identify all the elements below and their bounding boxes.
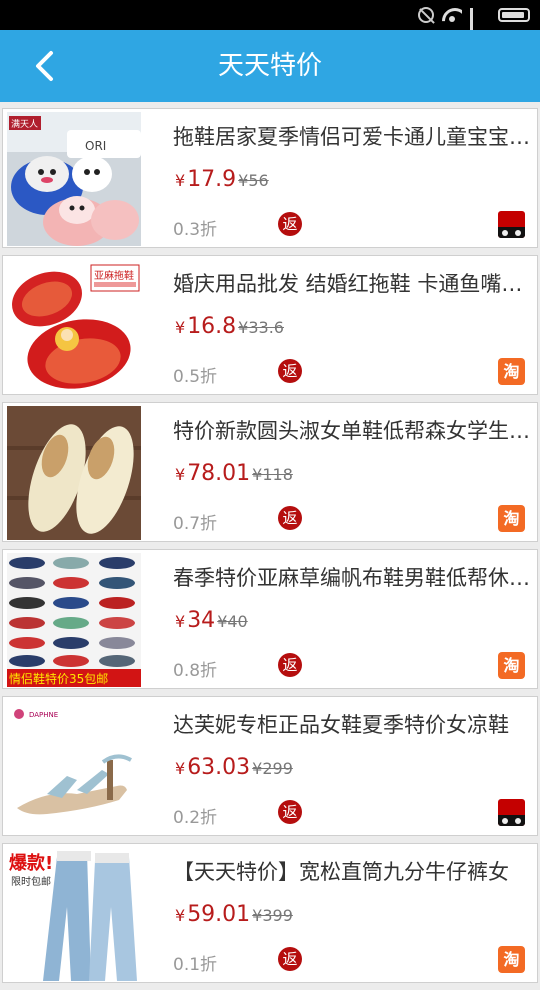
product-image: 情侣鞋特价35包邮 xyxy=(7,553,141,687)
tmall-icon xyxy=(498,799,525,826)
original-price: ¥299 xyxy=(252,759,293,778)
product-title: 【天天特价】宽松直筒九分牛仔裤女 xyxy=(173,860,509,884)
status-bar xyxy=(0,0,540,42)
discount-label: 0.2折 xyxy=(173,808,218,828)
svg-text:爆款!: 爆款! xyxy=(9,852,53,874)
product-image: 爆款! 限时包邮 xyxy=(7,847,141,981)
sale-price: 34 xyxy=(187,608,216,633)
nav-bar: 天天特价 xyxy=(0,30,540,102)
rebate-icon: 返 xyxy=(278,359,302,383)
original-price: ¥40 xyxy=(217,612,248,631)
original-price: ¥33.6 xyxy=(238,318,284,337)
currency-symbol: ¥ xyxy=(175,612,186,631)
discount-label: 0.7折 xyxy=(173,514,218,534)
product-title: 春季特价亚麻草编帆布鞋男鞋低帮休闲鞋 xyxy=(173,566,533,590)
price-row: ¥ 17.9 ¥56 xyxy=(175,167,269,197)
taobao-icon: 淘 xyxy=(498,505,525,532)
sale-price: 63.03 xyxy=(187,755,251,780)
svg-text:DAPHNE: DAPHNE xyxy=(29,711,58,719)
discount-label: 0.1折 xyxy=(173,955,218,975)
product-image: ORI 满天人 xyxy=(7,112,141,246)
sale-price: 16.8 xyxy=(187,314,237,339)
discount-label: 0.8折 xyxy=(173,661,218,681)
tmall-icon xyxy=(498,211,525,238)
product-title: 达芙妮专柜正品女鞋夏季特价女凉鞋 xyxy=(173,713,509,737)
rebate-icon: 返 xyxy=(278,653,302,677)
sale-price: 59.01 xyxy=(187,902,251,927)
original-price: ¥118 xyxy=(252,465,293,484)
taobao-icon: 淘 xyxy=(498,652,525,679)
currency-symbol: ¥ xyxy=(175,318,186,337)
product-title: 特价新款圆头淑女单鞋低帮森女学生平底鞋 xyxy=(173,419,533,443)
currency-symbol: ¥ xyxy=(175,465,186,484)
rebate-icon: 返 xyxy=(278,506,302,530)
product-image: 亚麻拖鞋 xyxy=(7,259,141,393)
discount-label: 0.5折 xyxy=(173,367,218,387)
rebate-icon: 返 xyxy=(278,212,302,236)
product-card[interactable]: DAPHNE 达芙妮专柜正品女鞋夏季特价女凉鞋 ¥ 63.03 ¥299 0.2… xyxy=(2,696,538,836)
alarm-off-icon xyxy=(418,7,434,23)
currency-symbol: ¥ xyxy=(175,906,186,925)
taobao-icon: 淘 xyxy=(498,358,525,385)
product-card[interactable]: 特价新款圆头淑女单鞋低帮森女学生平底鞋 ¥ 78.01 ¥118 0.7折 返 … xyxy=(2,402,538,542)
svg-text:限时包邮: 限时包邮 xyxy=(11,875,51,888)
svg-text:情侣鞋特价35包邮: 情侣鞋特价35包邮 xyxy=(9,671,108,686)
currency-symbol: ¥ xyxy=(175,759,186,778)
wifi-icon xyxy=(442,8,462,22)
price-row: ¥ 63.03 ¥299 xyxy=(175,755,293,785)
discount-label: 0.3折 xyxy=(173,220,218,240)
product-card[interactable]: 亚麻拖鞋 婚庆用品批发 结婚红拖鞋 卡通鱼嘴拖鞋 ¥ 16.8 ¥33.6 0.… xyxy=(2,255,538,395)
product-title: 拖鞋居家夏季情侣可爱卡通儿童宝宝凉拖鞋 xyxy=(173,125,533,149)
product-title: 婚庆用品批发 结婚红拖鞋 卡通鱼嘴拖鞋 xyxy=(173,272,533,296)
signal-icon xyxy=(470,8,490,42)
page-title: 天天特价 xyxy=(217,51,322,81)
price-row: ¥ 16.8 ¥33.6 xyxy=(175,314,284,344)
battery-icon xyxy=(498,8,530,22)
status-icons xyxy=(418,5,530,42)
product-image: DAPHNE xyxy=(7,700,141,834)
product-image xyxy=(7,406,141,540)
product-card[interactable]: 情侣鞋特价35包邮 春季特价亚麻草编帆布鞋男鞋低帮休闲鞋 ¥ 34 ¥40 0.… xyxy=(2,549,538,689)
original-price: ¥56 xyxy=(238,171,269,190)
price-row: ¥ 78.01 ¥118 xyxy=(175,461,293,491)
price-row: ¥ 34 ¥40 xyxy=(175,608,248,638)
svg-text:满天人: 满天人 xyxy=(11,119,38,130)
rebate-icon: 返 xyxy=(278,800,302,824)
product-card[interactable]: 爆款! 限时包邮 【天天特价】宽松直筒九分牛仔裤女 ¥ 59.01 ¥399 0… xyxy=(2,843,538,983)
rebate-icon: 返 xyxy=(278,947,302,971)
price-row: ¥ 59.01 ¥399 xyxy=(175,902,293,932)
original-price: ¥399 xyxy=(252,906,293,925)
sale-price: 78.01 xyxy=(187,461,251,486)
svg-text:亚麻拖鞋: 亚麻拖鞋 xyxy=(94,269,134,282)
sale-price: 17.9 xyxy=(187,167,237,192)
svg-text:ORI: ORI xyxy=(85,139,106,153)
product-card[interactable]: ORI 满天人 拖鞋居家夏季情侣可爱卡通儿童宝宝凉拖鞋 ¥ 17.9 ¥56 0… xyxy=(2,108,538,248)
product-list: ORI 满天人 拖鞋居家夏季情侣可爱卡通儿童宝宝凉拖鞋 ¥ 17.9 ¥56 0… xyxy=(0,108,540,990)
currency-symbol: ¥ xyxy=(175,171,186,190)
